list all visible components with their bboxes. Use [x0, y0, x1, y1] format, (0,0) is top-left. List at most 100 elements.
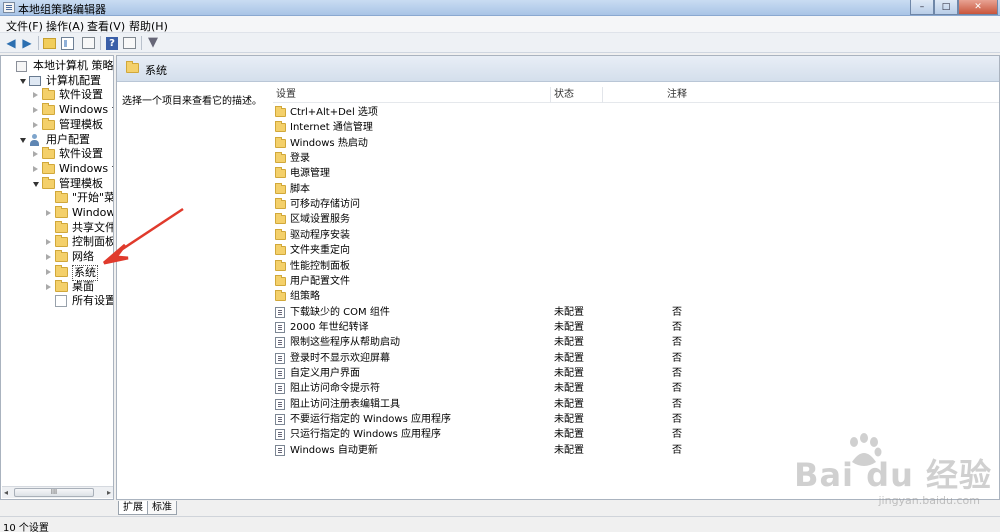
folder-row[interactable]: Internet 通信管理: [273, 120, 999, 135]
tree-item[interactable]: 管理模板: [1, 117, 113, 132]
tab-extended[interactable]: 扩展: [118, 501, 148, 515]
tree-item[interactable]: "开始"菜单: [1, 191, 113, 205]
folder-row[interactable]: 组策略: [273, 289, 999, 304]
policy-name: 2000 年世纪转译: [290, 321, 369, 333]
policy-row[interactable]: 限制这些程序从帮助启动 未配置 否: [273, 335, 999, 350]
collapse-arrow-icon[interactable]: [33, 181, 39, 187]
minimize-button[interactable]: –: [910, 0, 934, 15]
policy-note: 否: [672, 321, 682, 333]
folder-row[interactable]: 性能控制面板: [273, 259, 999, 274]
filter-icon[interactable]: ▼: [146, 36, 160, 50]
tree-item[interactable]: 软件设置: [1, 147, 113, 161]
folder-row[interactable]: 可移动存储访问: [273, 197, 999, 212]
column-header-setting[interactable]: 设置: [273, 87, 551, 103]
tree-item[interactable]: 桌面: [1, 279, 113, 294]
policy-setting-icon: [275, 321, 285, 333]
folder-row[interactable]: Ctrl+Alt+Del 选项: [273, 105, 999, 120]
policy-row[interactable]: 自定义用户界面 未配置 否: [273, 366, 999, 381]
expand-arrow-icon[interactable]: [33, 107, 38, 114]
tree-item[interactable]: 本地计算机 策略: [1, 59, 113, 73]
expand-arrow-icon[interactable]: [33, 151, 38, 158]
expand-arrow-icon[interactable]: [33, 121, 38, 128]
toolbar-separator: [100, 36, 101, 50]
folder-row[interactable]: 文件夹重定向: [273, 243, 999, 258]
export-list-icon[interactable]: [82, 37, 95, 49]
tree-pane: 本地计算机 策略计算机配置软件设置Windows 设置管理模板用户配置软件设置W…: [0, 55, 114, 500]
scroll-thumb[interactable]: III: [14, 488, 94, 497]
tree-item-label: 管理模板: [59, 117, 103, 131]
tree-item[interactable]: 所有设置: [1, 294, 113, 308]
collapse-arrow-icon[interactable]: [20, 78, 26, 84]
tree-item[interactable]: 网络: [1, 250, 113, 264]
back-arrow-icon[interactable]: ◀: [4, 36, 18, 50]
folder-row[interactable]: 驱动程序安装: [273, 228, 999, 243]
tree-item[interactable]: Windows 设置: [1, 161, 113, 176]
policy-row[interactable]: 2000 年世纪转译 未配置 否: [273, 320, 999, 335]
tree-item[interactable]: 控制面板: [1, 235, 113, 249]
tree-item-label: 计算机配置: [46, 73, 101, 87]
folder-name: 电源管理: [290, 168, 330, 180]
column-header-state[interactable]: 状态: [551, 87, 603, 103]
policy-note: 否: [672, 383, 682, 395]
expand-arrow-icon[interactable]: [46, 254, 51, 261]
tree-item[interactable]: 用户配置: [1, 133, 113, 147]
folder-row[interactable]: Windows 热启动: [273, 136, 999, 151]
policy-setting-icon: [275, 367, 285, 379]
folder-name: 文件夹重定向: [290, 245, 350, 257]
tree-item[interactable]: 管理模板: [1, 176, 113, 191]
menu-help[interactable]: 帮助(H): [129, 18, 168, 34]
folder-icon: [42, 103, 55, 116]
folder-icon: [275, 290, 286, 302]
tree-item[interactable]: Windows 设置: [1, 103, 113, 117]
scroll-right-icon[interactable]: ▸: [107, 488, 111, 497]
policy-state: 未配置: [554, 337, 584, 349]
column-header-note[interactable]: 注释: [664, 87, 784, 103]
forward-arrow-icon[interactable]: ▶: [20, 36, 34, 50]
show-hide-tree-icon[interactable]: [61, 37, 74, 50]
folder-name: 登录: [290, 153, 310, 165]
scroll-left-icon[interactable]: ◂: [4, 488, 8, 497]
expand-arrow-icon[interactable]: [46, 239, 51, 246]
properties-icon[interactable]: [123, 37, 136, 49]
menu-view[interactable]: 查看(V): [87, 18, 125, 34]
help-icon[interactable]: ?: [106, 37, 118, 50]
tab-standard[interactable]: 标准: [147, 501, 177, 515]
folder-row[interactable]: 登录: [273, 151, 999, 166]
up-folder-icon[interactable]: [43, 38, 56, 49]
folder-name: 驱动程序安装: [290, 229, 350, 241]
policy-row[interactable]: 阻止访问注册表编辑工具 未配置 否: [273, 397, 999, 412]
horizontal-scrollbar[interactable]: ◂ III ▸: [2, 486, 113, 498]
policy-setting-icon: [275, 306, 285, 318]
folder-icon: [55, 235, 68, 248]
folder-icon: [275, 244, 286, 256]
expand-arrow-icon[interactable]: [46, 210, 51, 216]
collapse-arrow-icon[interactable]: [20, 137, 26, 143]
expand-arrow-icon[interactable]: [33, 92, 38, 99]
tree-item-label: 控制面板: [72, 235, 114, 249]
folder-icon: [275, 274, 286, 286]
expand-arrow-icon[interactable]: [46, 283, 51, 290]
expand-arrow-icon[interactable]: [46, 268, 51, 275]
policy-row[interactable]: 登录时不显示欢迎屏幕 未配置 否: [273, 351, 999, 366]
policy-row[interactable]: 阻止访问命令提示符 未配置 否: [273, 381, 999, 396]
folder-name: Ctrl+Alt+Del 选项: [290, 107, 378, 118]
folder-row[interactable]: 用户配置文件: [273, 274, 999, 289]
tree-item[interactable]: Windows 组件: [1, 206, 113, 220]
tree-item[interactable]: 共享文件夹: [1, 220, 113, 235]
policy-row[interactable]: 不要运行指定的 Windows 应用程序 未配置 否: [273, 412, 999, 427]
folder-row[interactable]: 区域设置服务: [273, 212, 999, 227]
pane-header: 系统: [117, 56, 999, 82]
menu-action[interactable]: 操作(A): [46, 18, 84, 34]
policy-row[interactable]: 下载缺少的 COM 组件 未配置 否: [273, 305, 999, 320]
tree-item[interactable]: 软件设置: [1, 88, 113, 102]
menu-file[interactable]: 文件(F): [6, 18, 43, 34]
expand-arrow-icon[interactable]: [33, 165, 38, 172]
folder-row[interactable]: 电源管理: [273, 166, 999, 181]
policy-setting-icon: [275, 398, 285, 410]
close-button[interactable]: ✕: [958, 0, 998, 15]
maximize-button[interactable]: □: [934, 0, 958, 15]
tree-item[interactable]: 系统: [1, 264, 113, 281]
tree-item[interactable]: 计算机配置: [1, 74, 113, 88]
folder-row[interactable]: 脚本: [273, 182, 999, 197]
policy-name: 阻止访问注册表编辑工具: [290, 398, 400, 410]
